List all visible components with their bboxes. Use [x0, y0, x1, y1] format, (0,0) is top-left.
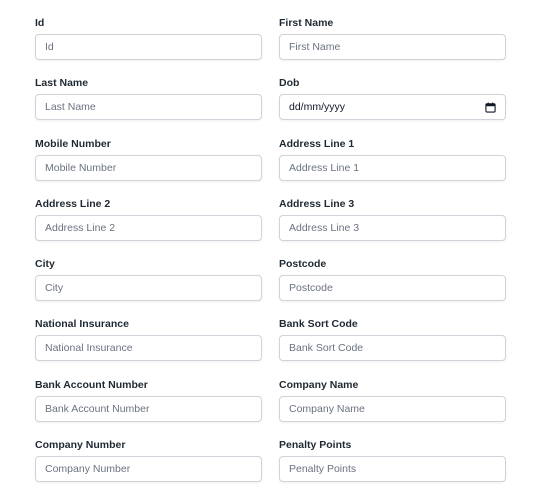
address-line-1-input[interactable] [279, 154, 506, 181]
bank-account-number-input[interactable] [35, 395, 262, 422]
city-label: City [35, 258, 55, 271]
penalty-points-label: Penalty Points [279, 439, 352, 452]
field-dob: Dob dd/mm/yyyy [279, 75, 506, 135]
first-name-label: First Name [279, 17, 334, 29]
field-company-number: Company Number [35, 437, 262, 497]
field-company-name: Company Name [279, 377, 506, 437]
field-address-line-1: Address Line 1 [279, 136, 506, 196]
last-name-input[interactable] [35, 94, 262, 121]
field-address-line-2: Address Line 2 [35, 196, 262, 256]
dob-date-format: dd/mm/yyyy [289, 101, 346, 114]
company-name-input[interactable] [279, 395, 506, 422]
mobile-number-input[interactable] [35, 154, 262, 181]
bank-sort-code-input[interactable] [279, 335, 506, 362]
national-insurance-label: National Insurance [35, 318, 129, 331]
postcode-input[interactable] [279, 275, 506, 302]
company-number-input[interactable] [35, 456, 262, 483]
national-insurance-input[interactable] [35, 335, 262, 362]
field-penalty-points: Penalty Points [279, 437, 506, 497]
field-bank-sort-code: Bank Sort Code [279, 316, 506, 376]
dob-date-input[interactable]: dd/mm/yyyy [279, 94, 506, 121]
field-first-name: First Name [279, 15, 506, 75]
field-id: Id [35, 15, 262, 75]
id-input[interactable] [35, 34, 262, 60]
company-number-label: Company Number [35, 439, 126, 452]
field-postcode: Postcode [279, 256, 506, 316]
field-bank-account-number: Bank Account Number [35, 377, 262, 437]
company-name-label: Company Name [279, 378, 359, 391]
mobile-number-label: Mobile Number [35, 137, 111, 150]
id-label: Id [35, 17, 45, 29]
address-line-2-label: Address Line 2 [35, 197, 111, 210]
address-line-2-input[interactable] [35, 214, 262, 241]
postcode-label: Postcode [279, 258, 327, 271]
field-mobile-number: Mobile Number [35, 136, 262, 196]
field-city: City [35, 256, 262, 316]
field-address-line-3: Address Line 3 [279, 196, 506, 256]
address-line-1-label: Address Line 1 [279, 137, 355, 150]
address-line-3-input[interactable] [279, 214, 506, 241]
first-name-input[interactable] [279, 34, 506, 60]
field-national-insurance: National Insurance [35, 316, 262, 376]
city-input[interactable] [35, 275, 262, 302]
field-last-name: Last Name [35, 75, 262, 135]
bank-account-number-label: Bank Account Number [35, 378, 148, 391]
dob-label: Dob [279, 77, 300, 90]
calendar-icon[interactable] [484, 101, 496, 113]
last-name-label: Last Name [35, 77, 89, 90]
address-line-3-label: Address Line 3 [279, 197, 355, 210]
penalty-points-input[interactable] [279, 456, 506, 483]
form-grid: Id First Name Last Name Dob dd/mm/yyyy M… [35, 15, 506, 497]
bank-sort-code-label: Bank Sort Code [279, 318, 358, 331]
